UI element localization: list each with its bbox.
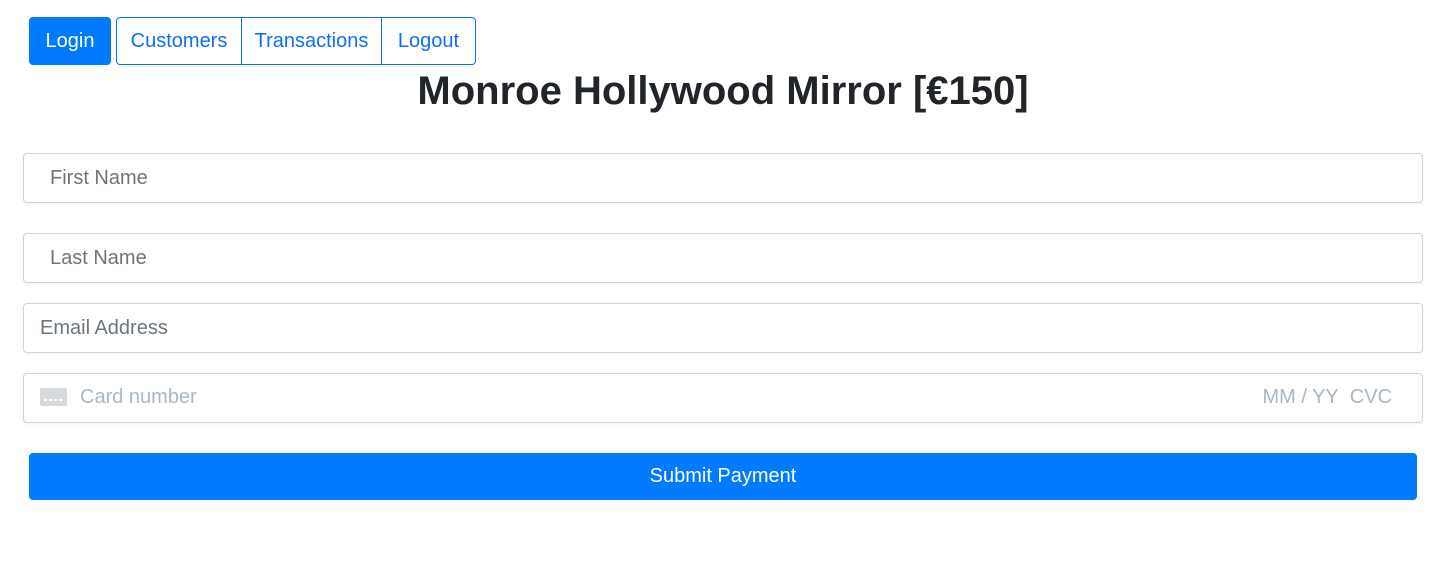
last-name-field[interactable]: Last Name: [23, 233, 1423, 283]
last-name-placeholder: Last Name: [50, 246, 147, 269]
email-field[interactable]: Email Address: [23, 303, 1423, 353]
customers-button[interactable]: Customers: [116, 17, 242, 65]
card-expiry-input[interactable]: MM / YY: [1262, 386, 1338, 409]
first-name-placeholder: First Name: [50, 166, 148, 189]
login-button[interactable]: Login: [29, 17, 111, 65]
email-placeholder: Email Address: [40, 316, 168, 339]
transactions-button[interactable]: Transactions: [242, 17, 382, 65]
top-nav: Login Customers Transactions Logout: [29, 17, 476, 65]
page-title: Monroe Hollywood Mirror [€150]: [417, 69, 1029, 113]
card-element[interactable]: Card number MM / YY CVC: [23, 373, 1423, 423]
credit-card-icon: [40, 388, 67, 406]
first-name-field[interactable]: First Name: [23, 153, 1423, 203]
card-number-input[interactable]: Card number: [80, 386, 1262, 409]
logout-button[interactable]: Logout: [382, 17, 476, 65]
card-cvc-input[interactable]: CVC: [1350, 386, 1392, 409]
submit-payment-button[interactable]: Submit Payment: [29, 453, 1417, 500]
